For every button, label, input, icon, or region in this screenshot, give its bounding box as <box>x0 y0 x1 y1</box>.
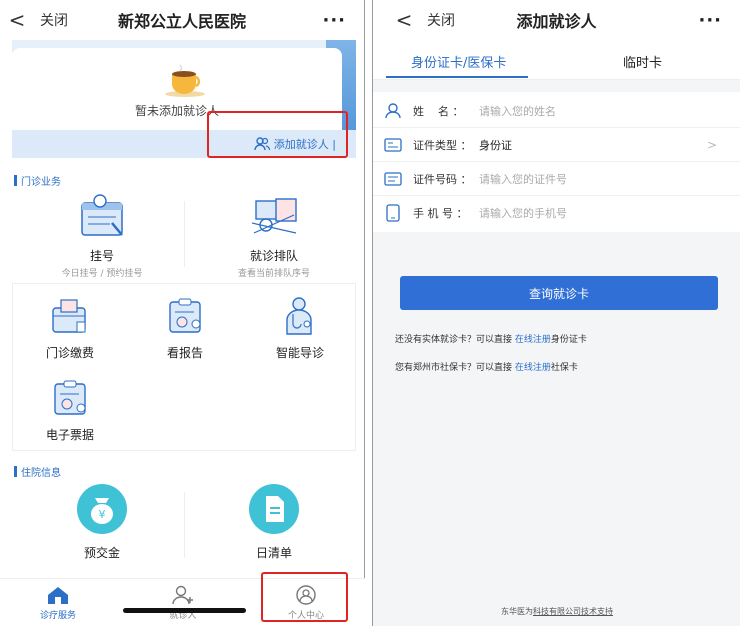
chevron-right-icon: > <box>706 137 717 152</box>
phone-icon <box>373 204 413 222</box>
document-icon <box>249 484 299 534</box>
left-screen: < 关闭 新郑公立人民医院 ··· 暂未添加就诊人 添加就诊人 | 门诊业务 挂… <box>0 0 365 626</box>
payment-label: 门诊缴费 <box>45 346 94 360</box>
outpatient-grid: 门诊缴费 看报告 智能导诊 电子票据 <box>12 283 356 451</box>
document-id-icon <box>373 171 413 186</box>
top-bar: < 关闭 新郑公立人民医院 ··· <box>0 0 364 40</box>
nav-patient[interactable]: 就诊人 <box>143 585 223 621</box>
phone-field[interactable]: 手 机 号 ： 请输入您的手机号 <box>373 196 740 230</box>
grid-item-guide[interactable]: 智能导诊 <box>255 294 345 361</box>
payment-icon <box>52 299 86 333</box>
name-input[interactable]: 请输入您的姓名 <box>479 103 556 119</box>
register-id-hint: 还没有实体就诊卡？可以直接 在线注册身份证卡 <box>395 332 587 345</box>
inpatient-section-title: 住院信息 <box>14 464 61 479</box>
queue-entry[interactable]: 就诊排队 查看当前排队序号 <box>204 193 344 279</box>
hint-text: 社保卡 <box>550 363 578 373</box>
close-button[interactable]: 关闭 <box>427 10 455 30</box>
queue-label: 就诊排队 <box>249 249 298 263</box>
daily-list-entry[interactable]: 日清单 <box>214 482 334 561</box>
footer-link: 科技有限公司技术支持 <box>533 607 613 616</box>
grid-item-receipt[interactable]: 电子票据 <box>25 376 115 443</box>
queue-icon <box>251 198 297 234</box>
section-bar <box>14 466 17 477</box>
nav-treatment[interactable]: 诊疗服务 <box>18 585 98 621</box>
nav-label: 诊疗服务 <box>39 611 76 621</box>
add-person-icon <box>172 585 193 605</box>
home-indicator <box>123 608 246 613</box>
grid-item-payment[interactable]: 门诊缴费 <box>25 294 115 361</box>
active-tab-indicator <box>386 76 528 78</box>
more-menu-button[interactable]: ··· <box>322 10 346 31</box>
prepayment-label: 预交金 <box>83 546 120 560</box>
guide-label: 智能导诊 <box>275 346 324 360</box>
id-card-icon <box>373 137 413 152</box>
section-bar <box>14 175 17 186</box>
tab-id-card[interactable]: 身份证卡/医保卡 <box>411 52 506 71</box>
register-entry[interactable]: 挂号 今日挂号 / 预约挂号 <box>32 193 172 279</box>
divider <box>184 201 185 267</box>
query-card-button[interactable]: 查询就诊卡 <box>400 276 718 310</box>
receipt-label: 电子票据 <box>45 428 94 442</box>
close-button[interactable]: 关闭 <box>40 10 68 30</box>
id-number-input[interactable]: 请输入您的证件号 <box>479 171 567 187</box>
register-online-link[interactable]: 在线注册 <box>515 335 551 345</box>
grid-item-report[interactable]: 看报告 <box>140 294 230 361</box>
report-icon <box>169 298 201 333</box>
patient-form: 姓 名 ： 请输入您的姓名 证件类型 ： 身份证 > 证件号码 ： 请输入您的证… <box>373 92 740 232</box>
outpatient-section-title: 门诊业务 <box>14 173 61 188</box>
footer-text: 东华医为 <box>501 607 533 616</box>
id-type-value[interactable]: 身份证 <box>479 137 512 153</box>
inpatient-card: ¥ 预交金 日清单 <box>12 480 356 570</box>
more-menu-button[interactable]: ··· <box>698 10 722 31</box>
report-label: 看报告 <box>166 346 203 360</box>
phone-input[interactable]: 请输入您的手机号 <box>479 205 567 221</box>
top-bar: < 关闭 添加就诊人 ··· <box>373 0 740 40</box>
hint-text: 还没有实体就诊卡？可以直接 <box>395 335 515 345</box>
outpatient-top-card: 挂号 今日挂号 / 预约挂号 就诊排队 查看当前排队序号 <box>12 189 356 279</box>
name-field[interactable]: 姓 名 ： 请输入您的姓名 <box>373 94 740 128</box>
register-sub: 今日挂号 / 预约挂号 <box>61 269 143 279</box>
calendar-icon <box>81 194 123 236</box>
right-screen: < 关闭 添加就诊人 ··· 身份证卡/医保卡 临时卡 姓 名 ： 请输入您的姓… <box>372 0 740 626</box>
back-button[interactable]: < <box>0 8 34 32</box>
name-label: 姓 名 ： <box>413 104 464 118</box>
hint-text: 您有郑州市社保卡？可以直接 <box>395 363 515 373</box>
queue-sub: 查看当前排队序号 <box>237 269 310 279</box>
hint-text: 身份证卡 <box>550 335 587 345</box>
money-bag-icon: ¥ <box>77 484 127 534</box>
receipt-icon <box>54 380 86 415</box>
back-button[interactable]: < <box>387 8 421 32</box>
svg-text:¥: ¥ <box>99 508 106 521</box>
tab-temp-card[interactable]: 临时卡 <box>623 52 662 71</box>
prepayment-entry[interactable]: ¥ 预交金 <box>42 482 162 561</box>
register-online-link[interactable]: 在线注册 <box>515 363 551 373</box>
card-type-tabs: 身份证卡/医保卡 临时卡 <box>373 40 740 80</box>
divider <box>184 492 185 558</box>
id-type-label: 证件类型 ： <box>413 138 472 152</box>
daily-list-label: 日清单 <box>255 546 292 560</box>
highlight-box <box>207 111 348 158</box>
section-label: 门诊业务 <box>21 177 61 188</box>
phone-label: 手 机 号 ： <box>413 207 468 220</box>
doctor-icon <box>286 297 312 335</box>
register-social-hint: 您有郑州市社保卡？可以直接 在线注册社保卡 <box>395 360 578 373</box>
person-icon <box>373 102 413 119</box>
tech-support-footer: 东华医为科技有限公司技术支持 <box>373 606 740 617</box>
id-number-label: 证件号码 ： <box>413 172 472 186</box>
id-number-field[interactable]: 证件号码 ： 请输入您的证件号 <box>373 162 740 196</box>
coffee-cup-icon <box>165 64 205 97</box>
register-label: 挂号 <box>89 249 114 263</box>
id-type-field[interactable]: 证件类型 ： 身份证 > <box>373 128 740 162</box>
highlight-box <box>261 572 348 622</box>
section-label: 住院信息 <box>21 468 61 479</box>
home-icon <box>48 587 68 604</box>
